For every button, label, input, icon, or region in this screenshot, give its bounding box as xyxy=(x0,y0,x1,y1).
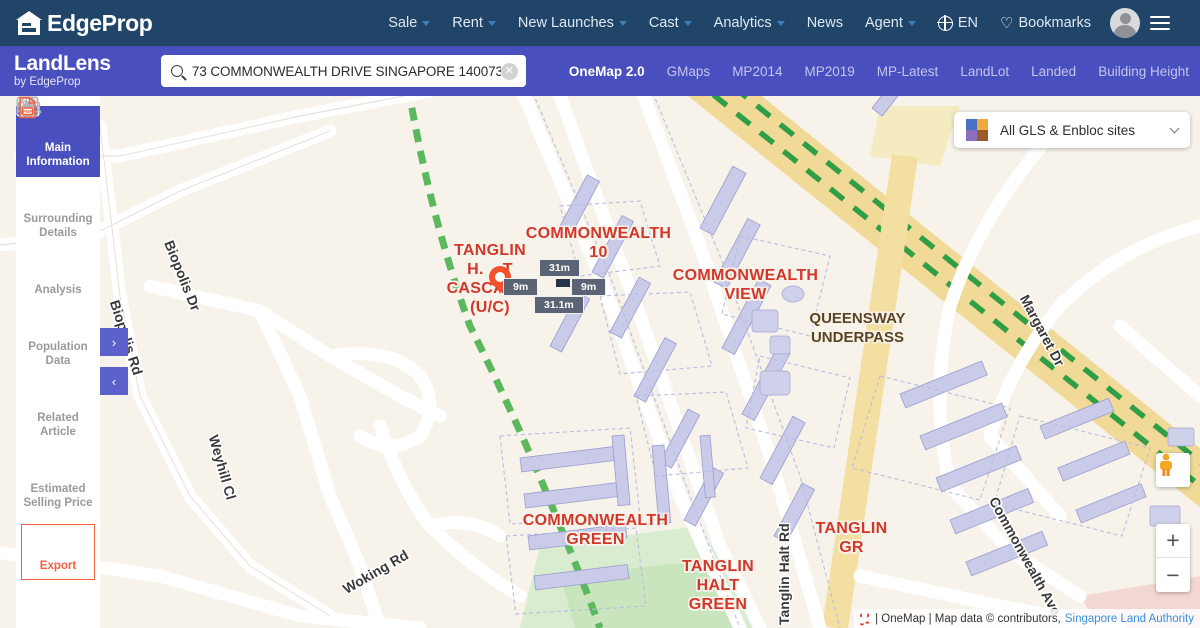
tab-landed[interactable]: Landed xyxy=(1020,64,1087,79)
nav-item-cast[interactable]: Cast xyxy=(638,15,703,31)
nav-label: Cast xyxy=(648,15,679,31)
nav-item-new-launches[interactable]: New Launches xyxy=(507,15,638,31)
panel-toggle-arrows: › ‹ xyxy=(100,328,128,406)
map-canvas[interactable]: COMMONWEALTH 10 TANGLIN H. T CASCADIA (U/C) … xyxy=(0,96,1200,628)
nav-label: News xyxy=(806,15,843,31)
people-group-icon xyxy=(16,97,98,337)
top-navigation-bar: EdgeProp Sale Rent New Launches Cast Ana… xyxy=(0,0,1200,46)
sidebar-item-analysis[interactable]: Analysis xyxy=(16,97,100,305)
landlens-sub-header: LandLens by EdgeProp 73 COMMONWEALTH DRI… xyxy=(0,46,1200,96)
pdf-export-icon: PDF xyxy=(19,96,92,556)
tab-landlot[interactable]: LandLot xyxy=(949,64,1020,79)
zoom-in-button[interactable]: + xyxy=(1156,524,1190,558)
sidebar-label: Related Article xyxy=(37,412,79,438)
sidebar-item-population-data[interactable]: Population Data xyxy=(16,97,100,376)
tab-mp2014[interactable]: MP2014 xyxy=(721,64,793,79)
surroundings-icon xyxy=(18,96,98,209)
layer-dropdown-label: All GLS & Enbloc sites xyxy=(1000,122,1136,138)
chevron-down-icon xyxy=(487,20,496,26)
chevron-down-icon xyxy=(907,20,916,26)
nav-item-rent[interactable]: Rent xyxy=(441,15,507,31)
tab-building-height[interactable]: Building Height xyxy=(1087,64,1200,79)
nav-label: Sale xyxy=(388,15,418,31)
search-box[interactable]: 73 COMMONWEALTH DRIVE SINGAPORE 140073 ✕ xyxy=(160,55,526,87)
sidebar-label: Analysis xyxy=(34,284,82,296)
main-nav-items: Sale Rent New Launches Cast Analytics Ne… xyxy=(377,8,1186,38)
pegman-street-view-icon[interactable] xyxy=(1156,453,1190,487)
page-subtitle: by EdgeProp xyxy=(14,76,81,88)
sidebar-label: Surrounding Details xyxy=(23,213,93,239)
chevron-down-icon xyxy=(776,20,785,26)
search-input[interactable]: 73 COMMONWEALTH DRIVE SINGAPORE 140073 xyxy=(192,64,501,79)
map-tiles xyxy=(0,96,1200,628)
left-sidebar: Main Information Surrounding Details Ana… xyxy=(16,96,100,628)
landlens-title-block: LandLens by EdgeProp xyxy=(14,53,149,89)
sidebar-item-export[interactable]: PDF Export xyxy=(19,96,95,580)
tab-mp-latest[interactable]: MP-Latest xyxy=(866,64,950,79)
svg-text:PDF: PDF xyxy=(23,109,32,114)
gls-enbloc-layer-dropdown[interactable]: All GLS & Enbloc sites xyxy=(954,112,1190,148)
chevron-down-icon xyxy=(422,20,431,26)
panel-expand-next-button[interactable]: › xyxy=(100,328,128,356)
zoom-out-button[interactable]: − xyxy=(1156,558,1190,592)
sidebar-label: Population Data xyxy=(28,341,88,367)
sidebar-label: Estimated Selling Price xyxy=(23,483,93,509)
brand-name: EdgeProp xyxy=(47,9,153,36)
edgeprop-logo[interactable]: EdgeProp xyxy=(16,9,153,37)
sla-attribution-link[interactable]: Singapore Land Authority xyxy=(1065,613,1194,625)
page-title: LandLens xyxy=(14,52,111,75)
user-avatar-icon[interactable] xyxy=(1110,8,1140,38)
measure-top-label: 31m xyxy=(539,259,581,277)
tab-onemap[interactable]: OneMap 2.0 xyxy=(558,64,656,79)
sidebar-item-related-article[interactable]: Related Article xyxy=(16,96,100,447)
nav-item-agent[interactable]: Agent xyxy=(854,15,927,31)
tab-gmaps[interactable]: GMaps xyxy=(656,64,722,79)
nav-label: New Launches xyxy=(517,15,614,31)
chevron-down-icon xyxy=(1169,123,1180,133)
sidebar-label: Main Information xyxy=(26,142,90,168)
nav-item-analytics[interactable]: Analytics xyxy=(703,15,796,31)
bookmarks-button[interactable]: ♡ Bookmarks xyxy=(989,15,1102,31)
nav-label: Analytics xyxy=(713,15,772,31)
hamburger-menu-icon[interactable] xyxy=(1150,12,1170,35)
landlens-app: EdgeProp Sale Rent New Launches Cast Ana… xyxy=(0,0,1200,628)
nav-label: Agent xyxy=(864,15,903,31)
sidebar-item-surrounding-details[interactable]: Surrounding Details xyxy=(16,96,100,248)
heart-icon: ♡ xyxy=(1000,14,1014,32)
search-icon xyxy=(170,65,183,77)
globe-icon xyxy=(937,14,953,31)
clear-search-button[interactable]: ✕ xyxy=(500,62,518,80)
map-zoom-controls: + − xyxy=(1156,524,1190,592)
map-attribution: ◐◑ ◒◓ | OneMap | Map data © contributors,… xyxy=(854,609,1200,628)
sidebar-label: Export xyxy=(39,560,77,572)
nav-label: Rent xyxy=(452,15,483,31)
color-swatch-grid-icon xyxy=(966,119,988,141)
map-layer-tabs: OneMap 2.0 GMaps MP2014 MP2019 MP-Latest… xyxy=(558,64,1200,79)
panel-collapse-prev-button[interactable]: ‹ xyxy=(100,367,128,395)
sidebar-item-estimated-selling-price[interactable]: Estimated Selling Price xyxy=(16,96,100,518)
chevron-down-icon xyxy=(618,20,627,26)
language-selector[interactable]: EN xyxy=(927,14,989,31)
nav-item-sale[interactable]: Sale xyxy=(377,15,441,31)
tab-mp2019[interactable]: MP2019 xyxy=(793,64,865,79)
nav-item-news[interactable]: News xyxy=(796,15,854,31)
measure-left-label: 9m xyxy=(503,278,539,296)
attribution-text: | OneMap | Map data © contributors, xyxy=(875,612,1061,625)
language-label: EN xyxy=(957,15,979,31)
measure-right-label: 9m xyxy=(571,278,607,296)
bar-chart-monitor-icon xyxy=(16,96,98,479)
article-card-icon xyxy=(16,96,98,408)
bookmarks-label: Bookmarks xyxy=(1018,15,1091,31)
measure-bottom-label: 31.1m xyxy=(534,296,584,314)
magnifier-chart-icon xyxy=(18,97,98,280)
house-logo-icon xyxy=(16,11,42,35)
onemap-logo-icon: ◐◑ ◒◓ xyxy=(859,609,871,628)
chevron-down-icon xyxy=(683,20,692,26)
